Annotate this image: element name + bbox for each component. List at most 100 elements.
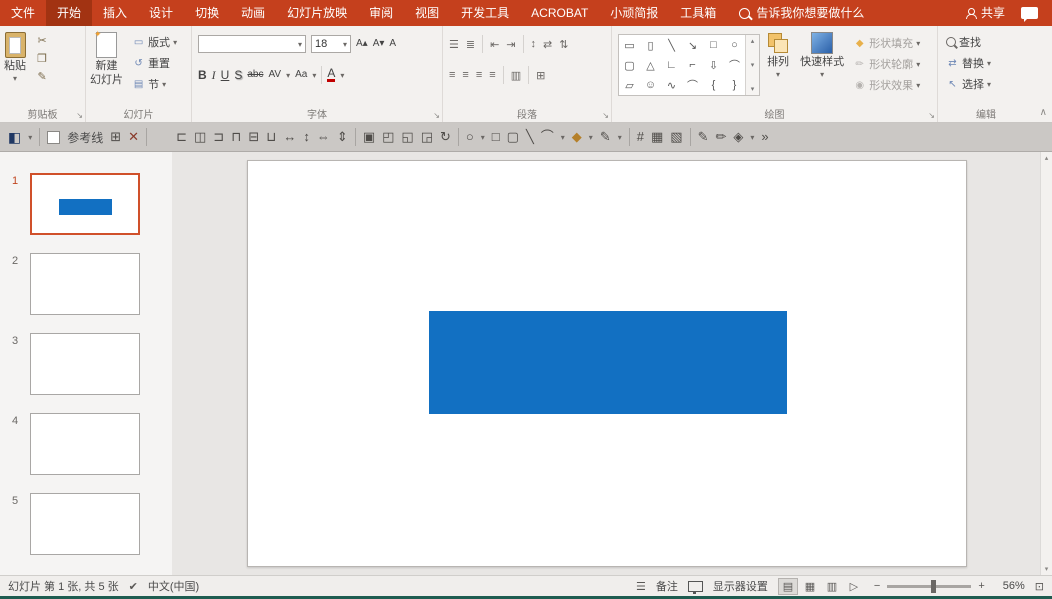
zoom-out-button[interactable]: −	[874, 580, 880, 592]
close-icon[interactable]: ✕	[128, 127, 139, 147]
new-slide-button[interactable]: 新建 幻灯片	[86, 26, 127, 86]
color-fill-swatch-icon[interactable]: ◧	[8, 127, 21, 147]
group-icon[interactable]: ▣	[363, 127, 375, 147]
replace-button[interactable]: ⇄ 替换 ▾	[946, 55, 991, 71]
tell-me-search[interactable]: 告诉我你想要做什么	[727, 0, 876, 26]
paragraph-dialog-launcher[interactable]: ↘	[602, 111, 609, 120]
numbering-button[interactable]: ≣	[466, 38, 475, 51]
shape-vertical-textbox-icon[interactable]: ▯	[640, 35, 661, 55]
guides-checkbox[interactable]	[47, 130, 61, 144]
strikethrough-button[interactable]: abc	[247, 67, 263, 83]
shape-oval-icon[interactable]: ○	[724, 35, 745, 55]
shape-line-icon[interactable]: ╲	[661, 35, 682, 55]
shape-fill-button[interactable]: ◆ 形状填充 ▾	[853, 35, 920, 51]
align-center-button[interactable]: ≡	[462, 69, 468, 81]
shape-outline-button[interactable]: ✏ 形状轮廓 ▾	[853, 56, 920, 72]
slide-1-thumbnail[interactable]	[30, 173, 140, 235]
convert-to-smartart-button[interactable]: ⊞	[536, 69, 545, 82]
text-direction-button[interactable]: ⇄	[543, 38, 552, 51]
display-settings-button[interactable]: 显示器设置	[713, 578, 768, 594]
text-shadow-button[interactable]: S	[234, 67, 242, 83]
tab-home[interactable]: 开始	[46, 0, 93, 26]
tab-design[interactable]: 设计	[138, 0, 184, 26]
drawing-dialog-launcher[interactable]: ↘	[928, 111, 935, 120]
shape-corner-icon[interactable]: ⌐	[682, 55, 703, 75]
justify-button[interactable]: ≡	[489, 69, 495, 81]
shape-triangle-icon[interactable]: △	[640, 55, 661, 75]
slide-shape-blue-rectangle[interactable]	[429, 311, 787, 414]
tab-xiaowan-addin[interactable]: 小顽简报	[599, 0, 669, 26]
tab-file[interactable]: 文件	[0, 0, 46, 26]
layout-button[interactable]: ▭ 版式 ▾	[132, 34, 177, 50]
align-top-icon[interactable]: ⊓	[231, 127, 241, 147]
tab-transitions[interactable]: 切换	[184, 0, 230, 26]
align-left-icon[interactable]: ⊏	[176, 127, 187, 147]
shape-effects-button[interactable]: ◉ 形状效果 ▾	[853, 77, 920, 93]
find-button[interactable]: 查找	[946, 34, 991, 50]
notes-button[interactable]: 备注	[656, 578, 678, 594]
font-name-combobox[interactable]: ▾	[198, 35, 306, 53]
ungroup-icon[interactable]: ◰	[382, 127, 394, 147]
font-dialog-launcher[interactable]: ↘	[433, 111, 440, 120]
bold-button[interactable]: B	[198, 67, 207, 83]
rect-tool-icon[interactable]: □	[492, 127, 500, 147]
shape-right-brace-icon[interactable]: }	[724, 75, 745, 95]
gallery-scroll-up-button[interactable]: ▴	[751, 37, 755, 45]
slide-2-thumbnail[interactable]	[30, 253, 140, 315]
align-center-icon[interactable]: ◫	[194, 127, 206, 147]
tab-review[interactable]: 审阅	[358, 0, 404, 26]
bullets-button[interactable]: ☰	[449, 38, 459, 51]
hash-grid-icon[interactable]: #	[637, 127, 644, 147]
gallery-scroll-down-button[interactable]: ▾	[751, 61, 755, 69]
zoom-slider[interactable]	[887, 579, 972, 593]
character-spacing-button[interactable]: AV	[268, 67, 281, 83]
font-color-button[interactable]: A	[327, 67, 336, 82]
shape-arc-icon[interactable]: ⌒	[724, 55, 745, 75]
select-button[interactable]: ↖ 选择 ▾	[946, 76, 991, 92]
zoom-percentage[interactable]: 56%	[995, 580, 1025, 592]
tab-slideshow[interactable]: 幻灯片放映	[276, 0, 358, 26]
quick-styles-button[interactable]: 快速样式 ▾	[796, 26, 848, 79]
shape-rounded-rectangle-icon[interactable]: ▢	[619, 55, 640, 75]
slide-canvas[interactable]	[247, 160, 967, 567]
slideshow-view-button[interactable]: ▷	[844, 578, 864, 595]
shape-arc2-icon[interactable]: ⌒	[682, 75, 703, 95]
rotate-icon[interactable]: ↻	[440, 127, 451, 147]
shape-curve-icon[interactable]: ∿	[661, 75, 682, 95]
comments-icon[interactable]	[1021, 7, 1038, 22]
align-right-icon[interactable]: ⊐	[213, 127, 224, 147]
screenshot-icon[interactable]: ▧	[670, 127, 682, 147]
shape-down-arrow-icon[interactable]: ⇩	[703, 55, 724, 75]
image-icon[interactable]: ▦	[651, 127, 663, 147]
shape-parallelogram-icon[interactable]: ▱	[619, 75, 640, 95]
slide-5-thumbnail[interactable]	[30, 493, 140, 555]
format-painter-button[interactable]: ✎	[33, 71, 51, 83]
vertical-scrollbar[interactable]: ▴ ▾	[1040, 152, 1052, 575]
copy-button[interactable]: ❐	[33, 53, 51, 65]
cut-button[interactable]: ✂	[33, 35, 51, 47]
equal-height-icon[interactable]: ⇕	[337, 127, 348, 147]
paste-button[interactable]: 粘贴 ▾	[0, 26, 30, 83]
change-case-button[interactable]: Aa	[295, 67, 307, 83]
align-left-button[interactable]: ≡	[449, 69, 455, 81]
send-to-back-icon[interactable]: ◲	[421, 127, 433, 147]
line-spacing-button[interactable]: ↕	[531, 38, 537, 50]
pencil-icon[interactable]: ✎	[698, 127, 709, 147]
arc-tool-icon[interactable]: ⌒	[541, 127, 554, 147]
equal-width-icon[interactable]: ⇔	[317, 127, 330, 147]
pen-icon[interactable]: ✏	[715, 127, 726, 147]
tab-insert[interactable]: 插入	[92, 0, 138, 26]
oval-tool-icon[interactable]: ○	[466, 127, 474, 147]
clear-formatting-button[interactable]: A	[389, 36, 396, 52]
reset-button[interactable]: ↺ 重置	[132, 55, 177, 71]
section-button[interactable]: ▤ 节 ▾	[132, 76, 177, 92]
collapse-ribbon-button[interactable]: ∧	[1040, 107, 1047, 118]
tab-toolbox-addin[interactable]: 工具箱	[669, 0, 727, 26]
slide-4-thumbnail[interactable]	[30, 413, 140, 475]
font-size-combobox[interactable]: 18 ▾	[311, 35, 351, 53]
reading-view-button[interactable]: ▥	[822, 578, 842, 595]
slide-3-thumbnail[interactable]	[30, 333, 140, 395]
line-color-icon[interactable]: ✎	[600, 127, 611, 147]
tab-view[interactable]: 视图	[404, 0, 450, 26]
tab-developer[interactable]: 开发工具	[450, 0, 520, 26]
